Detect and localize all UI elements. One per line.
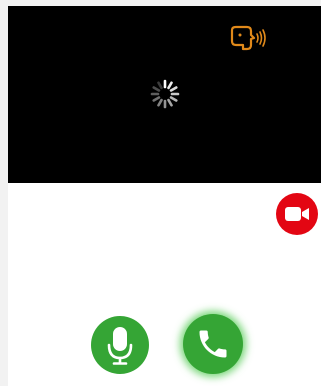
video-camera-icon [285,207,309,221]
left-gutter [0,0,8,386]
call-button[interactable] [183,314,243,374]
phone-icon [199,330,227,358]
microphone-button[interactable] [91,316,149,374]
loading-spinner-icon [149,78,181,110]
video-toggle-button[interactable] [276,193,318,235]
video-preview [8,6,321,183]
speaker-talking-icon[interactable] [227,24,269,52]
microphone-icon [107,327,133,365]
